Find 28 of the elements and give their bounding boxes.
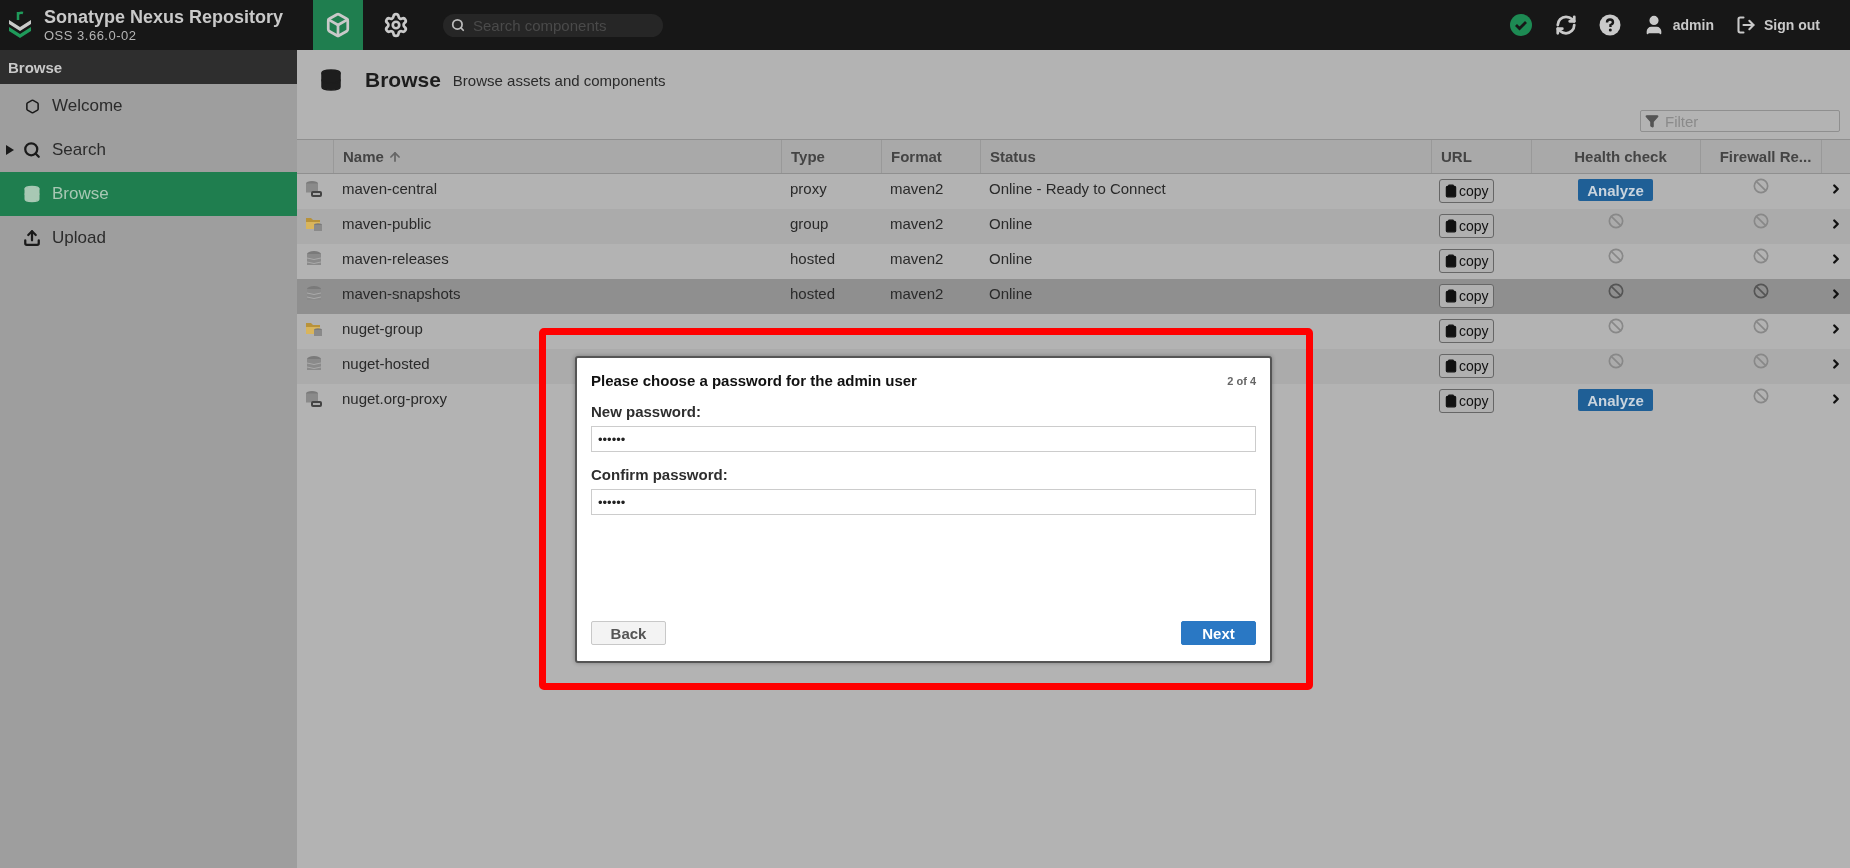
repository-status: Online — [989, 215, 1033, 232]
repository-status: Online — [989, 285, 1033, 302]
step-counter: 2 of 4 — [1227, 374, 1256, 387]
repository-status: Online — [989, 250, 1033, 267]
page-subtitle: Browse assets and components — [452, 71, 666, 89]
repository-name: maven-public — [342, 215, 432, 232]
repository-format: maven2 — [890, 215, 944, 232]
sidebar-title: Browse — [0, 50, 297, 84]
app-version: OSS 3.66.0-02 — [44, 27, 138, 44]
repository-format: maven2 — [890, 285, 944, 302]
app-title: Sonatype Nexus Repository — [44, 6, 284, 28]
repository-type: proxy — [790, 180, 827, 197]
field-label: Confirm password: — [591, 466, 729, 483]
repository-name: nuget.org-proxy — [342, 390, 448, 407]
repository-type: hosted — [790, 250, 836, 267]
repository-name: maven-central — [342, 180, 438, 197]
repository-format: maven2 — [890, 250, 944, 267]
repository-name: nuget-hosted — [342, 355, 430, 372]
repository-name: maven-releases — [342, 250, 449, 267]
repository-status: Online - Ready to Connect — [989, 180, 1166, 197]
field-label: New password: — [591, 403, 703, 420]
repository-name: nuget-group — [342, 320, 423, 337]
repository-type: group — [790, 215, 829, 232]
repository-format: maven2 — [890, 180, 944, 197]
repository-name: maven-snapshots — [342, 285, 461, 302]
dialog-title: Please choose a password for the admin user — [591, 372, 917, 389]
repository-type: hosted — [790, 285, 836, 302]
page-title: Browse — [365, 68, 441, 92]
